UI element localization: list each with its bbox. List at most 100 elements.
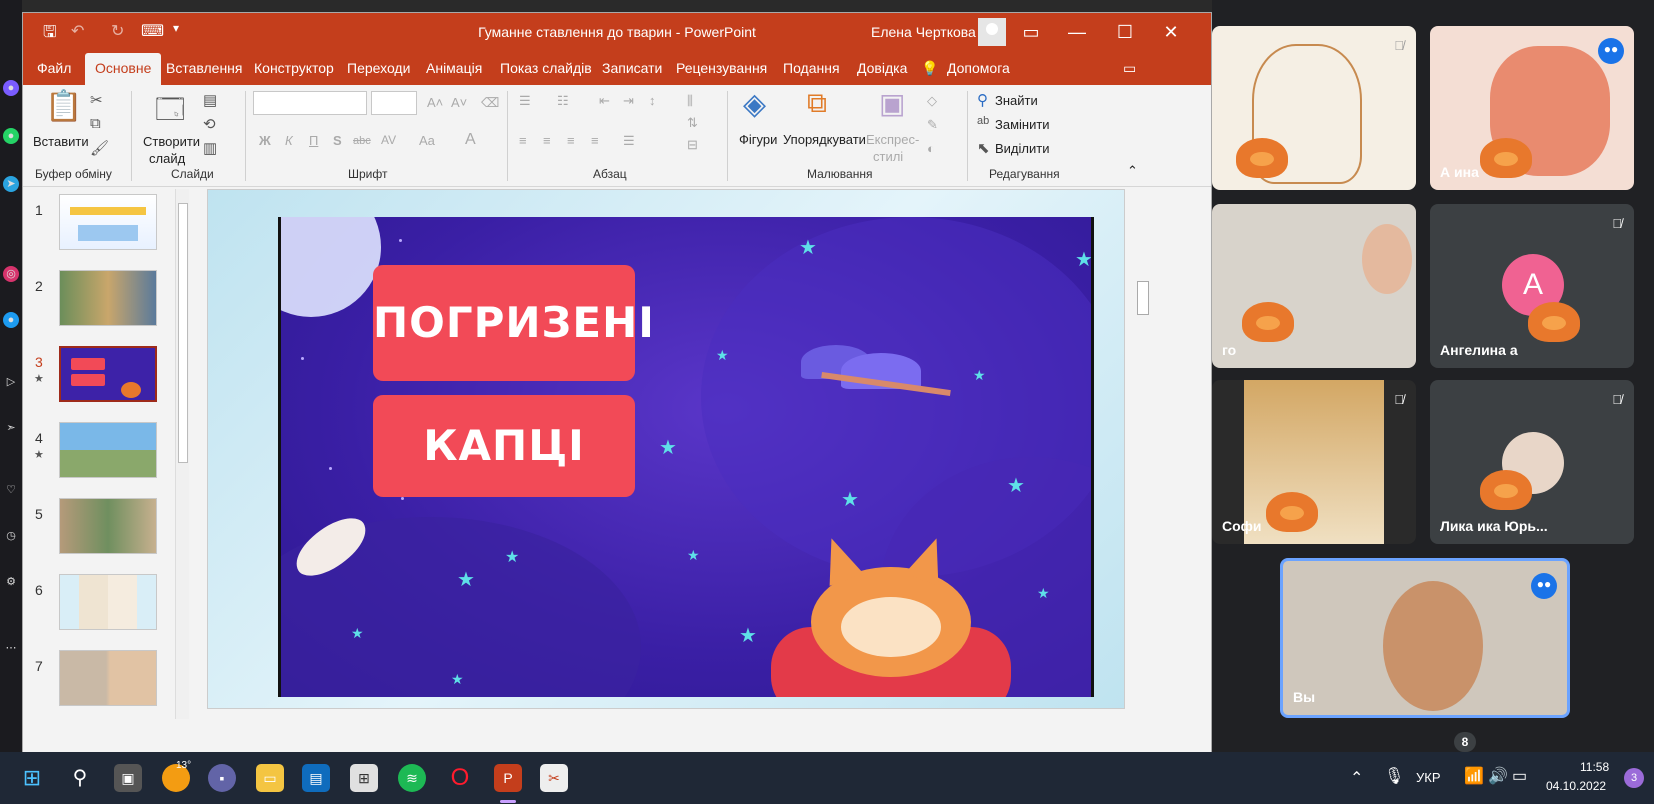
shapes-icon[interactable]: ◈ [743, 87, 766, 122]
fill-icon[interactable]: ◇ [927, 93, 937, 109]
send-icon[interactable]: ➣ [3, 420, 19, 436]
close-icon[interactable]: ✕ [1148, 19, 1194, 45]
change-case-button[interactable]: Aa [419, 133, 435, 148]
replace-icon[interactable]: ab [977, 115, 989, 127]
quick-styles-line1[interactable]: Експрес- [866, 132, 919, 147]
opera-icon[interactable]: O [446, 764, 474, 792]
new-slide-button-line2[interactable]: слайд [149, 151, 185, 166]
comments-icon[interactable]: ▭ [1123, 60, 1136, 77]
select-icon[interactable]: ⬉ [977, 139, 990, 157]
font-grow-icon[interactable]: A˄ [427, 95, 443, 110]
start-icon[interactable]: ⊞ [18, 764, 46, 792]
shadow-button[interactable]: S [333, 133, 342, 148]
slide-title-line1[interactable]: ПОГРИЗЕНІ [373, 265, 654, 381]
tab-home[interactable]: Основне [85, 53, 162, 85]
twitter-icon[interactable]: ● [3, 312, 19, 328]
instagram-icon[interactable]: ◎ [3, 266, 19, 282]
quick-styles-icon[interactable]: ▣ [879, 87, 905, 120]
columns-icon[interactable]: ⫼ [687, 93, 693, 109]
collapse-ribbon-icon[interactable]: ⌃ [1127, 163, 1138, 179]
heart-icon[interactable]: ♡ [3, 482, 19, 498]
new-slide-button-line1[interactable]: Створити [143, 134, 200, 149]
participant-count-badge[interactable]: 8 [1454, 732, 1476, 752]
font-size-field[interactable] [371, 91, 417, 115]
user-name[interactable]: Елена Черткова [871, 24, 976, 40]
decrease-indent-icon[interactable]: ⇤ [599, 93, 610, 109]
scroll-thumb[interactable] [1137, 281, 1149, 315]
tab-record[interactable]: Записати [602, 60, 662, 76]
notification-badge[interactable]: 3 [1624, 768, 1644, 788]
participant-tile[interactable]: 🎙̸ [1212, 26, 1416, 190]
slide-title-line2[interactable]: КАПЦІ [373, 395, 635, 497]
tab-review[interactable]: Рецензування [676, 60, 767, 76]
text-direction-icon[interactable]: ⇅ [687, 115, 698, 131]
align-center-icon[interactable]: ≡ [543, 133, 551, 148]
paste-icon[interactable]: 📋 [45, 89, 82, 124]
tab-file[interactable]: Файл [37, 60, 71, 76]
player-icon[interactable]: ▷ [3, 374, 19, 390]
app-icon[interactable]: ▤ [302, 764, 330, 792]
slide-thumbnail-3[interactable] [59, 346, 157, 402]
tab-slideshow[interactable]: Показ слайдів [500, 60, 592, 76]
underline-button[interactable]: П [309, 133, 318, 148]
tab-tell-me[interactable]: Допомога [947, 60, 1010, 76]
task-view-icon[interactable]: ▣ [114, 764, 142, 792]
italic-button[interactable]: К [285, 133, 293, 148]
bold-button[interactable]: Ж [259, 133, 271, 148]
participant-tile[interactable]: 🎙̸ Лика ика Юрь... [1430, 380, 1634, 544]
whatsapp-icon[interactable]: ● [3, 128, 19, 144]
minimize-icon[interactable]: — [1054, 19, 1100, 45]
tab-insert[interactable]: Вставлення [166, 60, 243, 76]
clock-time[interactable]: 11:58 [1580, 760, 1609, 774]
slide-thumbnail-6[interactable] [59, 574, 157, 630]
section-icon[interactable]: ▥ [203, 139, 217, 157]
participant-tile[interactable]: 🎙̸ Софи [1212, 380, 1416, 544]
bullets-icon[interactable]: ☰ [519, 93, 531, 109]
participant-tile[interactable]: ●● А ина [1430, 26, 1634, 190]
lightbulb-icon[interactable]: 💡 [921, 60, 938, 77]
font-shrink-icon[interactable]: A˅ [451, 95, 467, 110]
find-icon[interactable]: ⚲ [977, 91, 988, 109]
snipping-tool-icon[interactable]: ✂ [540, 764, 568, 792]
reset-icon[interactable]: ⟲ [203, 115, 216, 133]
file-explorer-icon[interactable]: ▭ [256, 764, 284, 792]
user-avatar[interactable] [978, 18, 1006, 46]
line-spacing-icon[interactable]: ↕ [649, 93, 656, 108]
font-color-button[interactable]: A [465, 131, 476, 149]
tab-animations[interactable]: Анімація [426, 60, 482, 76]
spacing-button[interactable]: AV [381, 133, 396, 147]
participant-tile[interactable]: го [1212, 204, 1416, 368]
battery-icon[interactable]: ▭ [1512, 766, 1527, 786]
cut-icon[interactable]: ✂ [90, 91, 103, 109]
language-indicator[interactable]: УКР [1416, 770, 1441, 785]
more-options-button[interactable]: ●● [1598, 38, 1624, 64]
arrange-icon[interactable]: ⧉ [807, 87, 827, 120]
shapes-button[interactable]: Фігури [739, 132, 777, 147]
scroll-thumb[interactable] [178, 203, 188, 463]
thumbnail-scrollbar[interactable] [175, 189, 189, 719]
effects-icon[interactable]: ◐ [927, 141, 935, 156]
search-icon[interactable]: ⚲ [66, 764, 94, 792]
more-options-button[interactable]: ●● [1531, 573, 1557, 599]
tab-design[interactable]: Конструктор [254, 60, 334, 76]
columns-dropdown-icon[interactable]: ☰ [623, 133, 635, 149]
messenger-icon[interactable]: ● [3, 80, 19, 96]
format-painter-icon[interactable]: 🖌 [90, 139, 109, 157]
chat-icon[interactable]: ▪ [208, 764, 236, 792]
maximize-icon[interactable]: ☐ [1102, 19, 1148, 45]
arrange-button[interactable]: Упорядкувати [783, 132, 866, 147]
volume-icon[interactable]: 🔊 [1488, 766, 1508, 786]
clock-date[interactable]: 04.10.2022 [1546, 779, 1606, 793]
spotify-icon[interactable]: ≋ [398, 764, 426, 792]
ribbon-display-icon[interactable]: ▭ [1008, 19, 1054, 45]
tab-view[interactable]: Подання [783, 60, 840, 76]
select-button[interactable]: Виділити [995, 141, 1049, 156]
clear-format-icon[interactable]: ⌫ [481, 95, 499, 111]
slide-thumbnail-5[interactable] [59, 498, 157, 554]
align-right-icon[interactable]: ≡ [567, 133, 575, 148]
wifi-icon[interactable]: 📶 [1464, 766, 1484, 786]
microphone-icon[interactable]: 🎙 [1384, 766, 1404, 786]
show-hidden-icons[interactable]: ⌃ [1350, 768, 1363, 788]
quick-styles-line2[interactable]: стилі [873, 149, 903, 164]
slide-thumbnail-4[interactable] [59, 422, 157, 478]
